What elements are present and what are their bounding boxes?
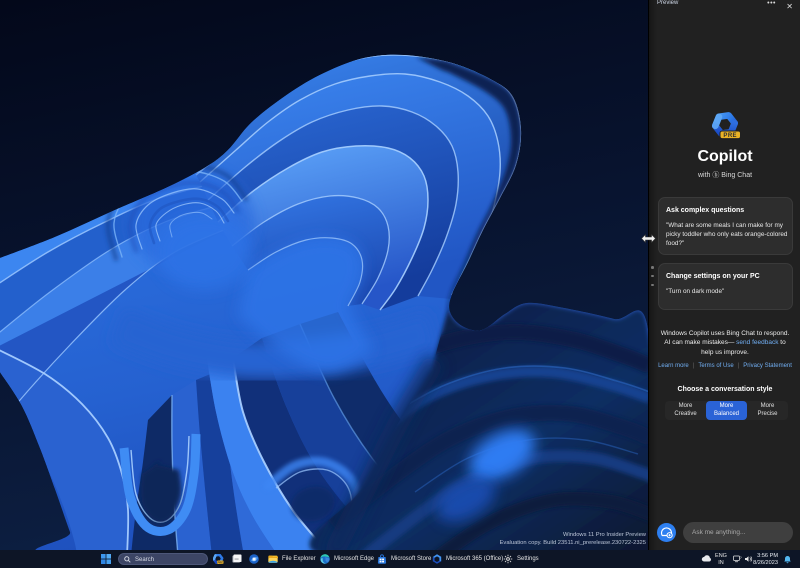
svg-text:PRE: PRE — [723, 133, 737, 139]
svg-text:?: ? — [740, 555, 743, 560]
svg-text:PRE: PRE — [217, 560, 223, 564]
